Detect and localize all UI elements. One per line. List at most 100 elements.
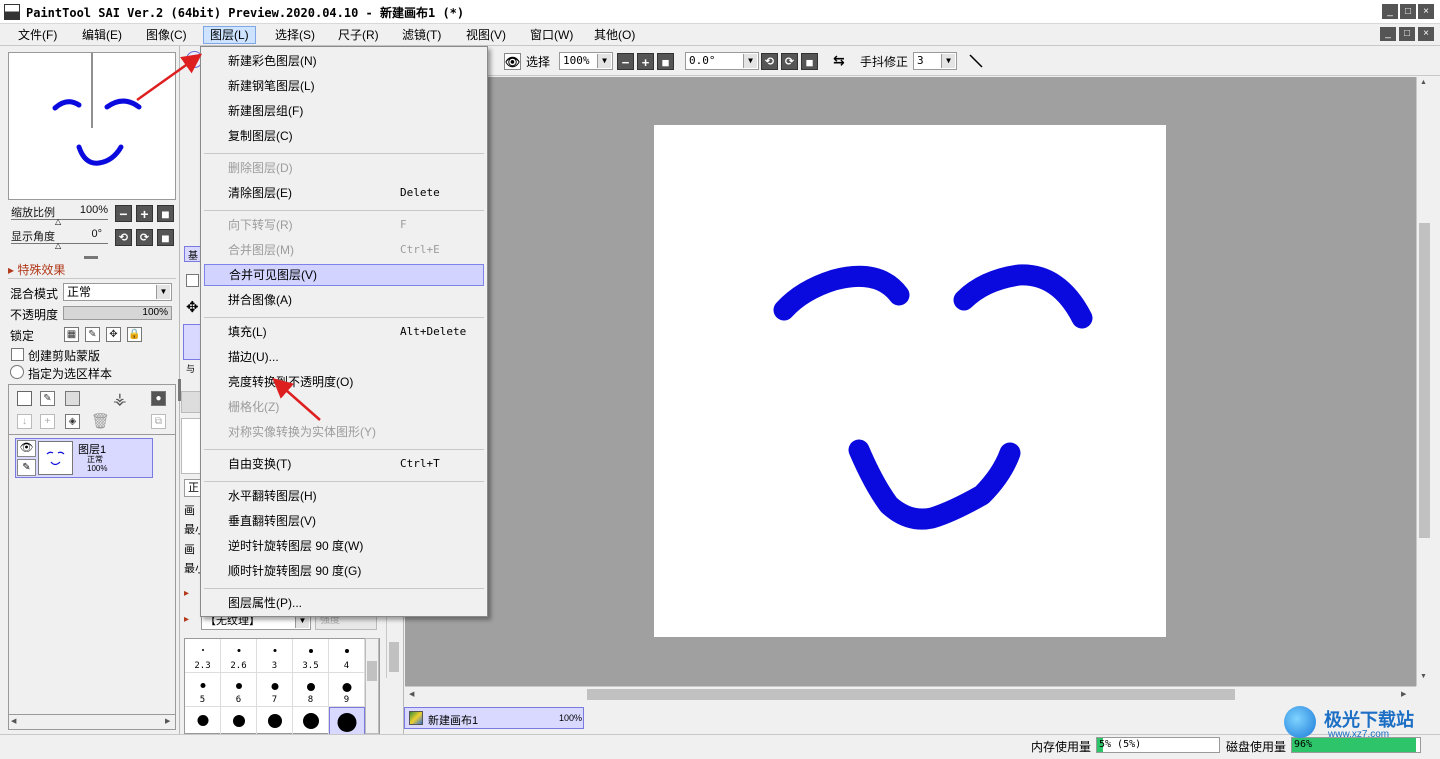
scroll-down-icon[interactable]: ▼ [1420, 673, 1427, 680]
menu-item-layer-properties[interactable]: 图层属性(P)... [204, 592, 484, 614]
tool-item-selected[interactable] [183, 324, 201, 360]
rotate-left-icon[interactable]: ⟲ [115, 229, 132, 246]
mdi-restore-button[interactable]: □ [1399, 27, 1415, 41]
canvas-viewport[interactable]: ▲ ▼ [405, 77, 1432, 686]
menu-item-new-layer-group[interactable]: 新建图层组(F) [204, 100, 484, 122]
straight-line-icon[interactable] [967, 52, 985, 70]
merge-icon[interactable]: + [40, 414, 55, 429]
menu-item-flip-horizontal[interactable]: 水平翻转图层(H) [204, 485, 484, 507]
menu-item-rasterize[interactable]: 栅格化(Z) [204, 396, 484, 418]
effects-header[interactable]: ▸ 特殊效果 [8, 261, 65, 278]
angle-slider-thumb[interactable]: △ [55, 241, 61, 250]
menu-item-new-pen-layer[interactable]: 新建钢笔图层(L) [204, 75, 484, 97]
layer-item[interactable]: 👁 ✎ 图层1 正常 100% [15, 438, 153, 478]
maximize-button[interactable]: □ [1400, 4, 1416, 19]
menu-item-rotate-ccw[interactable]: 逆时针旋转图层 90 度(W) [204, 535, 484, 557]
scroll-up-icon[interactable]: ▲ [1420, 79, 1427, 86]
menu-file[interactable]: 文件(F) [12, 26, 63, 44]
section-arrow-icon[interactable]: ▸ [184, 614, 189, 625]
rotate-right-icon[interactable]: ⟳ [781, 53, 798, 70]
lock-paint-icon[interactable]: ✎ [85, 327, 100, 342]
merge-down-icon[interactable]: ↓ [17, 414, 32, 429]
tool-option-checkbox[interactable] [186, 274, 199, 287]
brush-size-cell[interactable]: 8 [293, 673, 329, 707]
zoom-reset-button[interactable]: ■ [157, 205, 174, 222]
brush-size-cell[interactable]: 9 [329, 673, 365, 707]
lock-move-icon[interactable]: ✥ [106, 327, 121, 342]
symmetry-icon[interactable]: ⚶ [113, 389, 127, 409]
tool-list-scroll[interactable] [181, 391, 201, 413]
lock-all-icon[interactable]: 🔒 [127, 327, 142, 342]
menu-view[interactable]: 视图(V) [460, 26, 512, 44]
layer-list-hscrollbar[interactable]: ◀ ▶ [8, 714, 176, 730]
blend-mode-select[interactable]: 正常 ▼ [63, 283, 172, 301]
menu-layer[interactable]: 图层(L) [203, 26, 256, 44]
close-button[interactable]: × [1418, 4, 1434, 19]
scroll-right-icon[interactable]: ▶ [1401, 690, 1406, 698]
eye-icon[interactable]: 👁 [504, 53, 521, 70]
canvas-vscrollbar[interactable]: ▲ ▼ [1416, 77, 1432, 686]
toolbar-zoom-in-button[interactable]: + [637, 53, 654, 70]
scroll-thumb[interactable] [1419, 223, 1430, 538]
pencil-icon[interactable]: ✎ [17, 459, 36, 476]
menu-item-flatten-image[interactable]: 拼合图像(A) [204, 289, 484, 311]
panel-splitter[interactable] [84, 256, 98, 259]
lock-transparency-icon[interactable]: ▦ [64, 327, 79, 342]
move-icon[interactable]: ✥ [186, 298, 199, 316]
clipping-mask-checkbox[interactable] [11, 348, 24, 361]
menu-item-clear-layer[interactable]: 清除图层(E) Delete [204, 182, 484, 204]
new-layer-group-icon[interactable] [65, 391, 80, 406]
brush-size-cell[interactable]: 4 [329, 639, 365, 673]
clear-layer-icon[interactable]: ◈ [65, 414, 80, 429]
angle-select[interactable]: 0.0° ▼ [685, 52, 759, 70]
canvas-paper[interactable] [654, 125, 1166, 637]
scroll-thumb[interactable] [389, 642, 399, 672]
rotate-right-icon[interactable]: ⟳ [136, 229, 153, 246]
menu-ruler[interactable]: 尺子(R) [332, 26, 385, 44]
menu-item-new-color-layer[interactable]: 新建彩色图层(N) [204, 50, 484, 72]
menu-other[interactable]: 其他(O) [588, 26, 641, 44]
scroll-thumb[interactable] [587, 689, 1235, 700]
rotate-left-icon[interactable]: ⟲ [761, 53, 778, 70]
rotate-reset-button[interactable]: ■ [157, 229, 174, 246]
brush-size-cell[interactable]: 7 [257, 673, 293, 707]
toolbar-zoom-reset-button[interactable]: ■ [657, 53, 674, 70]
flip-horizontal-icon[interactable]: ⇆ [833, 52, 845, 69]
layer-mask-icon[interactable]: ● [151, 391, 166, 406]
toolbar-rotate-reset-button[interactable]: ■ [801, 53, 818, 70]
menu-item-symmetry-to-shape[interactable]: 对称实像转换为实体图形(Y) [204, 421, 484, 443]
zoom-in-button[interactable]: + [136, 205, 153, 222]
menu-window[interactable]: 窗口(W) [524, 26, 579, 44]
zoom-select[interactable]: 100% ▼ [559, 52, 613, 70]
zoom-slider-thumb[interactable]: △ [55, 217, 61, 226]
menu-item-merge-layer[interactable]: 合并图层(M) Ctrl+E [204, 239, 484, 261]
menu-item-stroke[interactable]: 描边(U)... [204, 346, 484, 368]
selection-source-radio[interactable] [10, 365, 24, 379]
opacity-slider[interactable]: 100% [63, 306, 172, 320]
scroll-thumb[interactable] [367, 661, 377, 681]
scroll-right-icon[interactable]: ▶ [165, 717, 170, 725]
menu-edit[interactable]: 编辑(E) [76, 26, 128, 44]
zoom-out-button[interactable]: − [115, 205, 132, 222]
menu-item-transfer-down[interactable]: 向下转写(R) F [204, 214, 484, 236]
navigator-preview[interactable] [8, 52, 176, 200]
menu-item-delete-layer[interactable]: 删除图层(D) [204, 157, 484, 179]
brush-size-cell[interactable]: 3 [257, 639, 293, 673]
brush-size-cell[interactable]: 2.6 [221, 639, 257, 673]
brush-size-cell[interactable]: 5 [185, 673, 221, 707]
stabilizer-select[interactable]: 3 ▼ [913, 52, 957, 70]
canvas-tab[interactable]: 新建画布1 100% [404, 707, 584, 729]
trash-icon[interactable]: 🗑 [91, 412, 110, 430]
menu-item-luminance-to-opacity[interactable]: 亮度转换到不透明度(O) [204, 371, 484, 393]
eye-icon[interactable]: 👁 [17, 440, 36, 457]
layer-option-icon[interactable]: ⧉ [151, 414, 166, 429]
menu-item-rotate-cw[interactable]: 顺时针旋转图层 90 度(G) [204, 560, 484, 582]
mdi-minimize-button[interactable]: _ [1380, 27, 1396, 41]
menu-image[interactable]: 图像(C) [140, 26, 193, 44]
menu-item-free-transform[interactable]: 自由变换(T) Ctrl+T [204, 453, 484, 475]
menu-item-flip-vertical[interactable]: 垂直翻转图层(V) [204, 510, 484, 532]
brush-size-cell[interactable]: 6 [221, 673, 257, 707]
minimize-button[interactable]: _ [1382, 4, 1398, 19]
scroll-left-icon[interactable]: ◀ [11, 717, 16, 725]
tool-list-area[interactable] [181, 418, 201, 474]
